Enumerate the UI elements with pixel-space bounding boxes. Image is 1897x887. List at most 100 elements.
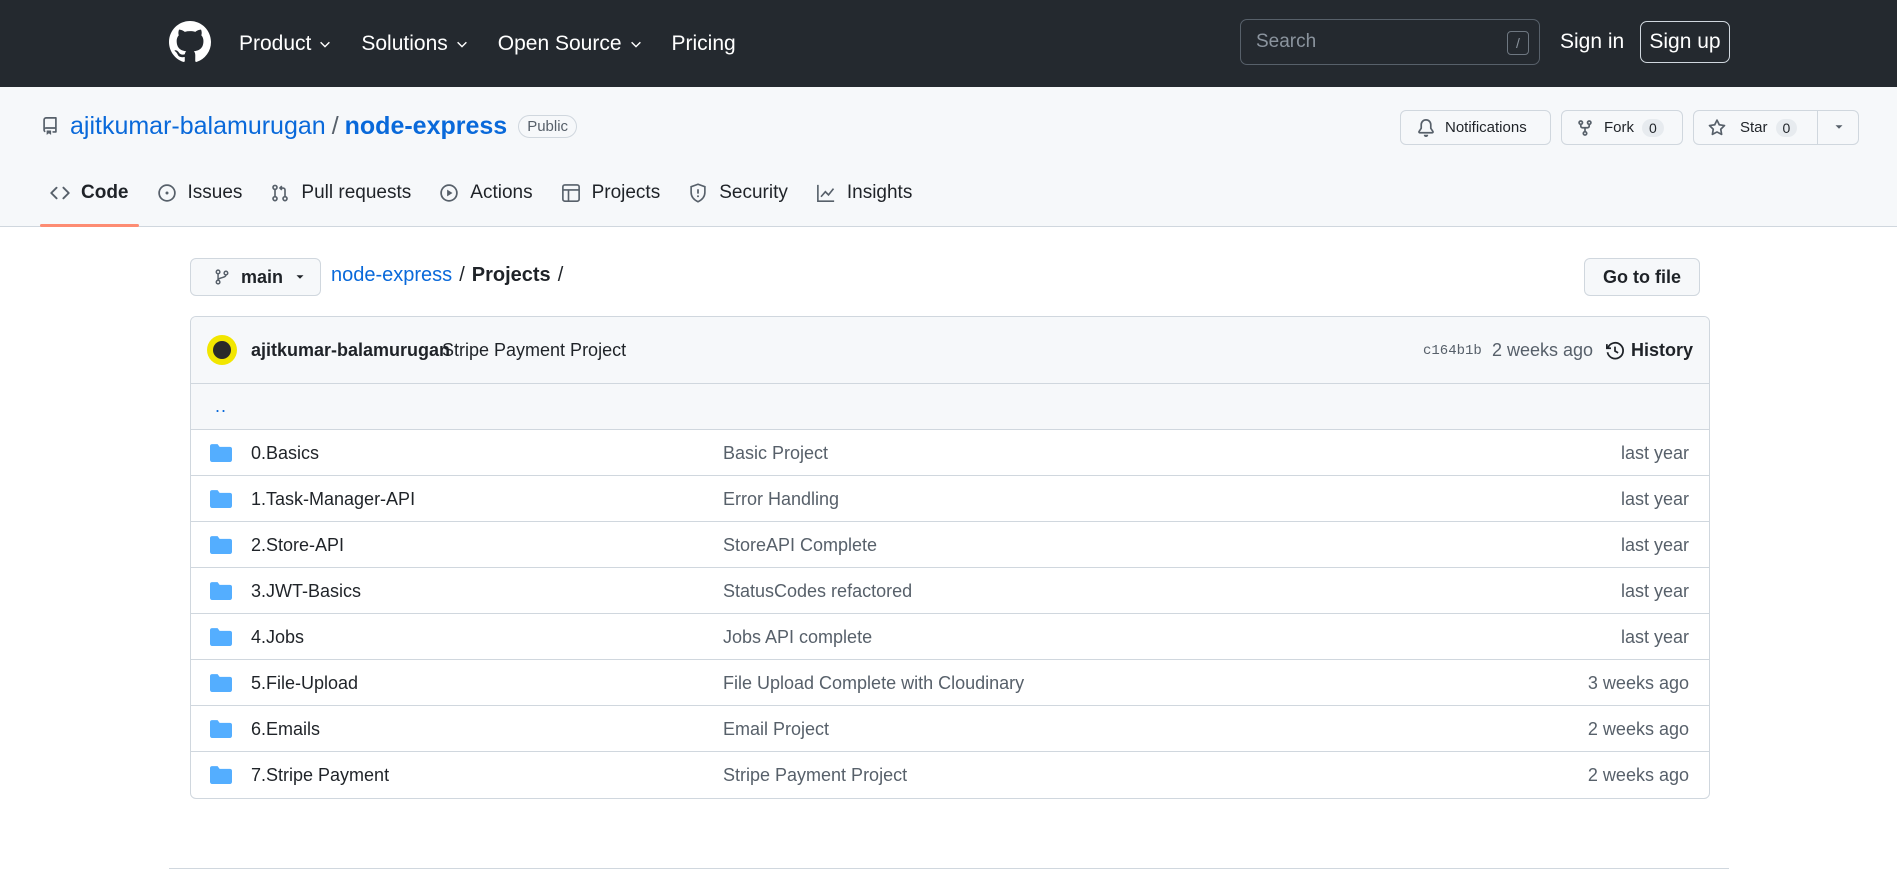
go-to-file-button[interactable]: Go to file [1584, 258, 1700, 296]
file-name-link[interactable]: 0.Basics [251, 443, 319, 464]
nav-label: Pricing [671, 31, 736, 55]
nav-pricing[interactable]: Pricing [672, 32, 736, 56]
table-row: 3.JWT-Basics StatusCodes refactored last… [191, 568, 1709, 614]
fork-icon [1578, 119, 1592, 136]
repo-owner-link[interactable]: ajitkumar-balamurugan [70, 112, 326, 141]
chevron-down-icon [456, 41, 467, 48]
star-count: 0 [1775, 118, 1798, 137]
star-label: Star [1740, 119, 1768, 136]
file-commit-time: last year [1620, 443, 1689, 463]
tab-label: Projects [591, 182, 661, 203]
file-name-link[interactable]: 5.File-Upload [251, 673, 358, 694]
file-commit-message-link[interactable]: Jobs API complete [723, 627, 872, 648]
file-commit-message-link[interactable]: File Upload Complete with Cloudinary [723, 673, 1024, 694]
commit-sha-link[interactable]: c164b1b [1423, 343, 1482, 359]
tab-actions[interactable]: Actions [429, 182, 542, 227]
avatar[interactable] [207, 335, 237, 365]
commit-message-link[interactable]: Stripe Payment Project [442, 340, 626, 361]
file-commit-message-link[interactable]: Email Project [723, 719, 829, 740]
nav-label: Solutions [361, 31, 448, 55]
folder-icon [210, 582, 232, 600]
footer-divider [169, 868, 1729, 869]
tab-label: Insights [846, 182, 913, 203]
fork-label: Fork [1604, 119, 1634, 136]
tab-pull-requests[interactable]: Pull requests [260, 182, 421, 227]
tab-code[interactable]: Code [40, 182, 139, 227]
file-commit-message-link[interactable]: StoreAPI Complete [723, 535, 877, 556]
pull-request-icon [272, 184, 289, 202]
file-commit-message-link[interactable]: Stripe Payment Project [723, 765, 907, 786]
file-commit-message-link[interactable]: Basic Project [723, 443, 828, 464]
nav-open-source[interactable]: Open Source [498, 32, 643, 56]
nav-label: Open Source [497, 31, 622, 55]
file-name-link[interactable]: 4.Jobs [251, 627, 304, 648]
branch-selector[interactable]: main [190, 258, 321, 296]
table-row: 5.File-Upload File Upload Complete with … [191, 660, 1709, 706]
notifications-label: Notifications [1445, 119, 1527, 136]
play-icon [440, 184, 459, 202]
git-branch-icon [215, 269, 229, 285]
file-name-link[interactable]: 2.Store-API [251, 535, 344, 556]
caret-down-icon[interactable] [1832, 120, 1846, 134]
parent-directory-row[interactable]: .. [191, 384, 1709, 430]
tab-insights[interactable]: Insights [806, 182, 922, 227]
github-logo-icon[interactable] [169, 21, 211, 63]
notifications-button[interactable]: Notifications [1400, 110, 1551, 145]
table-icon [561, 184, 580, 202]
file-name-link[interactable]: 7.Stripe Payment [251, 765, 389, 786]
fork-button[interactable]: Fork 0 [1561, 110, 1683, 145]
search-placeholder: Search [1256, 31, 1317, 52]
nav-product[interactable]: Product [239, 32, 332, 56]
history-button[interactable]: History [1605, 340, 1693, 361]
issue-icon [157, 184, 176, 202]
folder-icon [210, 444, 232, 462]
commit-time: 2 weeks ago [1492, 340, 1594, 360]
table-row: 0.Basics Basic Project last year [191, 430, 1709, 476]
nav-solutions[interactable]: Solutions [361, 32, 468, 56]
star-button[interactable]: Star 0 [1693, 110, 1859, 145]
file-name-link[interactable]: 6.Emails [251, 719, 320, 740]
file-name-link[interactable]: 1.Task-Manager-API [251, 489, 415, 510]
file-commit-time: last year [1620, 535, 1689, 555]
commit-author-link[interactable]: ajitkumar-balamurugan [251, 340, 450, 361]
tab-label: Actions [470, 182, 533, 203]
tab-security[interactable]: Security [678, 182, 798, 227]
caret-down-icon [296, 275, 304, 279]
chevron-down-icon [630, 41, 641, 48]
breadcrumb-root-link[interactable]: node-express [331, 264, 452, 287]
repo-name-link[interactable]: node-express [345, 112, 508, 141]
repo-title: ajitkumar-balamurugan / node-express Pub… [70, 112, 578, 141]
search-input[interactable]: Search / [1240, 19, 1540, 65]
file-commit-message-link[interactable]: StatusCodes refactored [723, 581, 912, 602]
file-commit-message-link[interactable]: Error Handling [723, 489, 839, 510]
shield-icon [690, 183, 706, 203]
folder-icon [210, 720, 232, 738]
file-commit-time: last year [1620, 489, 1689, 509]
file-name-link[interactable]: 3.JWT-Basics [251, 581, 361, 602]
table-row: 1.Task-Manager-API Error Handling last y… [191, 476, 1709, 522]
code-icon [50, 186, 70, 200]
star-icon [1708, 118, 1726, 135]
file-commit-time: 2 weeks ago [1587, 719, 1689, 739]
global-header: Product Solutions Open Source Pricing Se… [0, 0, 1897, 87]
sign-in-link[interactable]: Sign in [1560, 30, 1624, 54]
breadcrumb-separator: / [557, 264, 564, 286]
tab-issues[interactable]: Issues [147, 182, 253, 227]
table-row: 7.Stripe Payment Stripe Payment Project … [191, 752, 1709, 798]
fork-count: 0 [1642, 118, 1664, 137]
nav-label: Product [239, 31, 312, 55]
tab-projects[interactable]: Projects [551, 182, 671, 227]
repo-header: ajitkumar-balamurugan / node-express Pub… [0, 87, 1897, 227]
sign-up-button[interactable]: Sign up [1640, 21, 1730, 63]
repo-tabs: Code Issues Pull requests Actions Projec… [40, 182, 930, 227]
bell-icon [1418, 118, 1434, 137]
history-icon [1606, 341, 1624, 359]
tab-label: Pull requests [301, 182, 412, 203]
parent-directory-link[interactable]: .. [215, 396, 227, 417]
branch-name: main [241, 266, 284, 287]
tab-label: Issues [187, 182, 243, 203]
button-divider [1817, 111, 1818, 144]
history-label: History [1631, 340, 1694, 360]
file-list: ajitkumar-balamurugan Stripe Payment Pro… [190, 316, 1710, 799]
breadcrumb-current: Projects [471, 264, 551, 286]
